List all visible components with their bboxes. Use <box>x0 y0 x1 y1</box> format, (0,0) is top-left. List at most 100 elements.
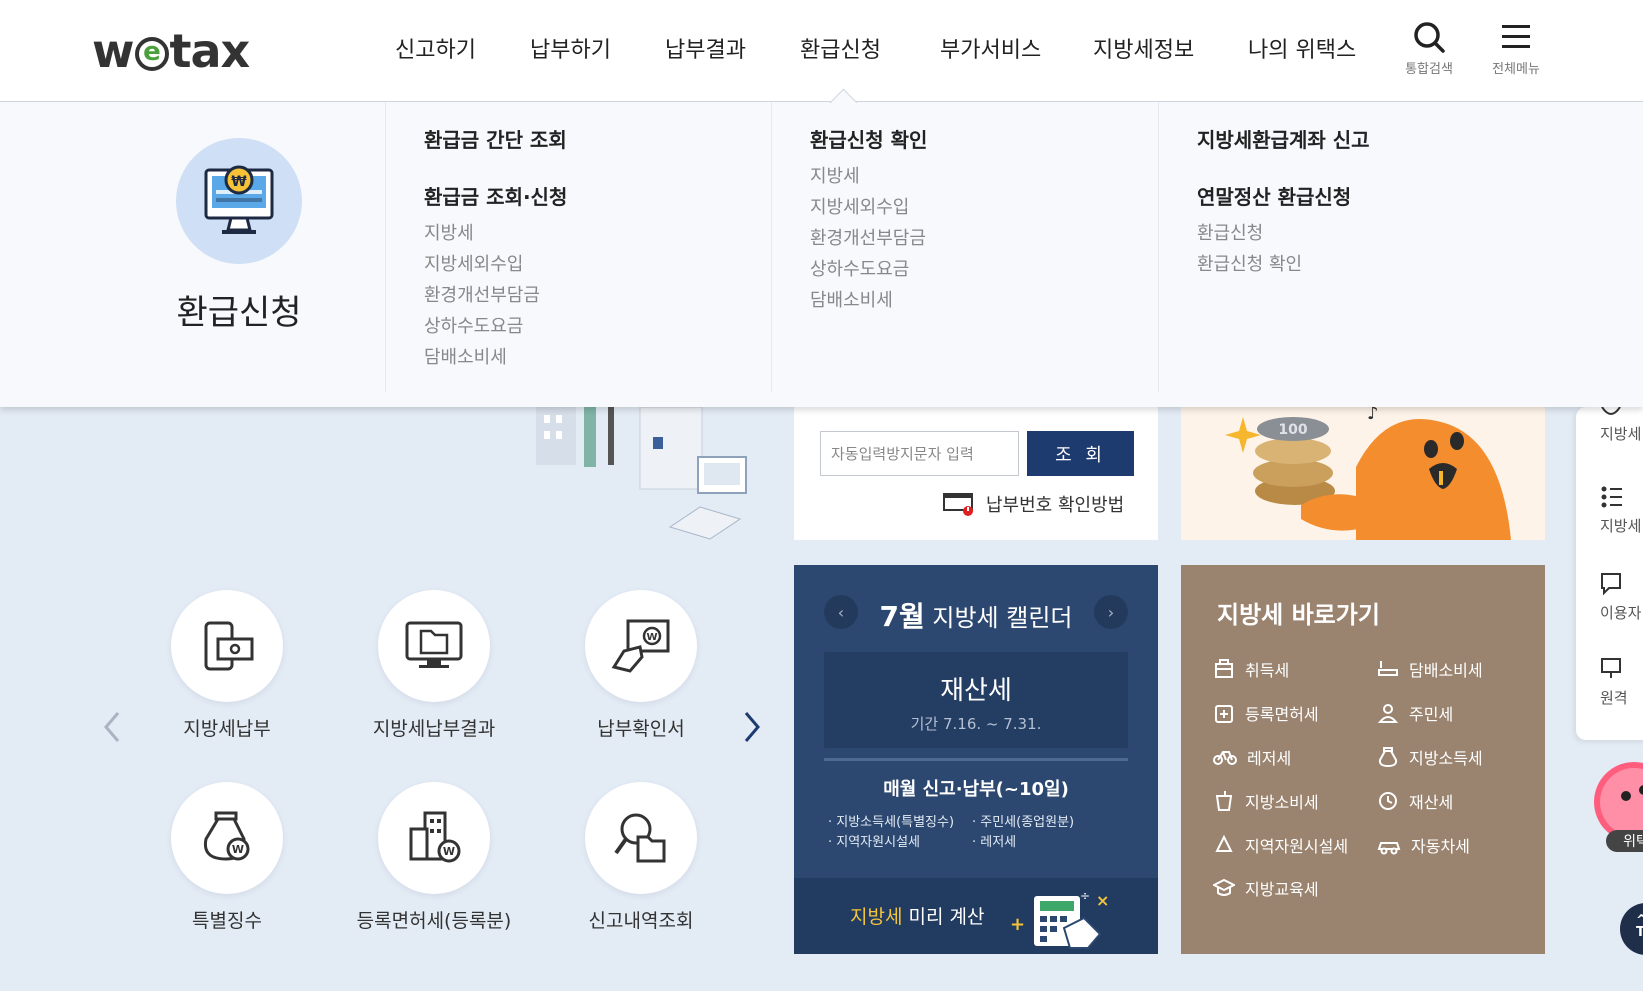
quick-prev-arrow[interactable] <box>100 710 124 744</box>
nav-my-wetax[interactable]: 나의 위택스 <box>1248 32 1356 64</box>
nav-refund[interactable]: 환급신청 <box>800 32 881 64</box>
captcha-input[interactable] <box>820 431 1019 476</box>
menu-refund-confirm-tobacco[interactable]: 담배소비세 <box>810 285 1158 316</box>
captcha-lookup-box: 조 회 납부번호 확인방법 <box>794 407 1158 540</box>
svg-text:÷: ÷ <box>1080 889 1090 903</box>
side-quick-item[interactable]: 이용자 <box>1600 572 1643 623</box>
search-icon <box>1414 22 1445 53</box>
menu-year-end-refund-apply[interactable]: 환급신청 <box>1197 218 1578 249</box>
wetax-mascot-button[interactable]: 위택 <box>1592 760 1643 856</box>
shortcut-label: 담배소비세 <box>1409 661 1483 680</box>
quick-local-tax-payment[interactable]: 지방세납부 <box>137 590 317 741</box>
nav-payment[interactable]: 납부하기 <box>530 32 611 64</box>
local-tax-shortcuts: 지방세 바로가기 취득세 담배소비세 등록면허세 주민세 레저세 지방소득세 지… <box>1181 565 1545 954</box>
menu-refund-lookup-water[interactable]: 상하수도요금 <box>424 311 771 342</box>
menu-refund-confirm[interactable]: 환급신청 확인 <box>810 124 1158 153</box>
scroll-top-button[interactable]: ^ TO <box>1620 903 1643 955</box>
quick-next-arrow[interactable] <box>740 710 764 744</box>
quick-label: 납부확인서 <box>597 718 685 740</box>
quick-special-collection[interactable]: W 특별징수 <box>137 782 317 933</box>
shortcut-acquisition-tax[interactable]: 취득세 <box>1213 657 1289 681</box>
shortcut-label: 등록면허세 <box>1245 705 1319 724</box>
menu-refund-simple-lookup[interactable]: 환급금 간단 조회 <box>424 124 771 153</box>
calendar-next-button[interactable]: › <box>1094 595 1128 629</box>
nav-payment-result[interactable]: 납부결과 <box>665 32 746 64</box>
refund-illustration: ₩ <box>176 138 302 264</box>
side-quick-item[interactable]: 지방세 <box>1600 407 1643 444</box>
quick-icon-wrap: W <box>378 782 490 894</box>
shortcut-label: 지방소득세 <box>1409 749 1483 768</box>
site-header: w e tax 신고하기 납부하기 납부결과 환급신청 부가서비스 지방세정보 나의… <box>0 0 1643 102</box>
menu-refund-lookup-local-tax[interactable]: 지방세 <box>424 218 771 249</box>
tax-pre-calculation-link[interactable]: 지방세 미리 계산 + × ÷ <box>794 878 1158 954</box>
shortcut-label: 주민세 <box>1409 705 1454 724</box>
chevron-right-icon: › <box>1107 602 1115 622</box>
shortcut-resident-tax[interactable]: 주민세 <box>1377 701 1453 725</box>
quick-icon-wrap <box>585 782 697 894</box>
menu-refund-lookup-nontax[interactable]: 지방세외수입 <box>424 249 771 280</box>
car-icon <box>1377 842 1401 855</box>
person-icon <box>1377 704 1399 723</box>
monitor-folder-icon <box>405 621 463 668</box>
shortcut-local-education-tax[interactable]: 지방교육세 <box>1213 876 1319 900</box>
menu-refund-lookup-tobacco[interactable]: 담배소비세 <box>424 342 771 373</box>
cigarette-icon <box>1378 661 1398 676</box>
bicycle-icon <box>1213 751 1237 765</box>
wetax-logo[interactable]: w e tax <box>92 24 250 78</box>
menu-refund-lookup-apply[interactable]: 환급금 조회·신청 <box>424 181 771 210</box>
shortcut-label: 지역자원시설세 <box>1245 837 1349 856</box>
calendar-tax-card[interactable]: 재산세 기간 7.16. ~ 7.31. <box>824 652 1128 748</box>
won-circle-icon <box>1601 407 1621 415</box>
svg-text:+: + <box>1010 914 1025 935</box>
search-label: 통합검색 <box>1405 62 1453 77</box>
shortcut-label: 자동차세 <box>1411 837 1470 856</box>
quick-label: 지방세납부 <box>183 718 271 740</box>
quick-report-history[interactable]: 신고내역조회 <box>551 782 731 933</box>
lookup-button[interactable]: 조 회 <box>1027 431 1134 476</box>
calendar-month: 7월 <box>879 600 925 633</box>
nav-local-tax-info[interactable]: 지방세정보 <box>1093 32 1194 64</box>
menu-year-end-refund-confirm[interactable]: 환급신청 확인 <box>1197 249 1578 280</box>
nav-extra-services[interactable]: 부가서비스 <box>940 32 1041 64</box>
mascot-icon: 위택 <box>1594 762 1643 852</box>
quick-registration-license-tax[interactable]: W 등록면허세(등록분) <box>344 782 524 933</box>
shortcut-registration-tax[interactable]: 등록면허세 <box>1213 701 1319 725</box>
shortcut-regional-resource-tax[interactable]: 지역자원시설세 <box>1213 833 1348 857</box>
quick-label: 신고내역조회 <box>588 910 694 932</box>
payment-number-help-link[interactable]: 납부번호 확인방법 <box>942 491 1124 517</box>
quick-payment-certificate[interactable]: W 납부확인서 <box>551 590 731 741</box>
nav-report[interactable]: 신고하기 <box>395 32 476 64</box>
menu-refund-account-report[interactable]: 지방세환급계좌 신고 <box>1197 124 1578 153</box>
side-quick-item[interactable]: 지방세 <box>1600 485 1643 536</box>
side-quick-item[interactable]: 원격 <box>1600 657 1643 708</box>
shortcut-local-consumption-tax[interactable]: 지방소비세 <box>1213 789 1319 813</box>
buildings-won-icon: W <box>409 811 461 863</box>
receipt-alert-icon <box>943 493 973 516</box>
quick-local-tax-result[interactable]: 지방세납부결과 <box>344 590 524 741</box>
refund-mega-menu: ₩ 환급신청 환급금 간단 조회 환급금 조회·신청 지방세 지방세외수입 환경… <box>0 102 1643 407</box>
menu-refund-confirm-water[interactable]: 상하수도요금 <box>810 254 1158 285</box>
shortcut-label: 재산세 <box>1409 793 1454 812</box>
calendar-monthly-title: 매월 신고·납부(~10일) <box>883 779 1069 800</box>
recycle-icon <box>1215 834 1233 852</box>
money-bag-icon <box>1378 747 1398 768</box>
coin-mascot-illustration: 100 ♪ <box>1225 407 1511 540</box>
menu-refund-confirm-env-charge[interactable]: 환경개선부담금 <box>810 223 1158 254</box>
shortcut-local-income-tax[interactable]: 지방소득세 <box>1377 745 1483 769</box>
shortcut-automobile-tax[interactable]: 자동차세 <box>1377 833 1470 857</box>
menu-refund-confirm-nontax[interactable]: 지방세외수입 <box>810 192 1158 223</box>
menu-refund-confirm-local-tax[interactable]: 지방세 <box>810 161 1158 192</box>
promo-banner[interactable]: 100 ♪ <box>1181 407 1545 540</box>
mascot-label: 위택 <box>1623 834 1643 850</box>
right-quick-panel: 지방세 지방세 이용자 원격 <box>1576 407 1643 740</box>
shortcut-tobacco-tax[interactable]: 담배소비세 <box>1377 657 1483 681</box>
full-menu-button[interactable]: 전체메뉴 <box>1481 20 1551 77</box>
menu-refund-lookup-env-charge[interactable]: 환경개선부담금 <box>424 280 771 311</box>
shortcut-leisure-tax[interactable]: 레저세 <box>1213 745 1291 769</box>
shortcut-property-tax[interactable]: 재산세 <box>1377 789 1453 813</box>
integrated-search-button[interactable]: 통합검색 <box>1394 20 1464 77</box>
nav-active-caret <box>829 88 857 103</box>
menu-year-end-refund[interactable]: 연말정산 환급신청 <box>1197 181 1578 210</box>
mega-col-refund-lookup: 환급금 간단 조회 환급금 조회·신청 지방세 지방세외수입 환경개선부담금 상… <box>385 102 771 392</box>
svg-text:×: × <box>1096 891 1109 910</box>
